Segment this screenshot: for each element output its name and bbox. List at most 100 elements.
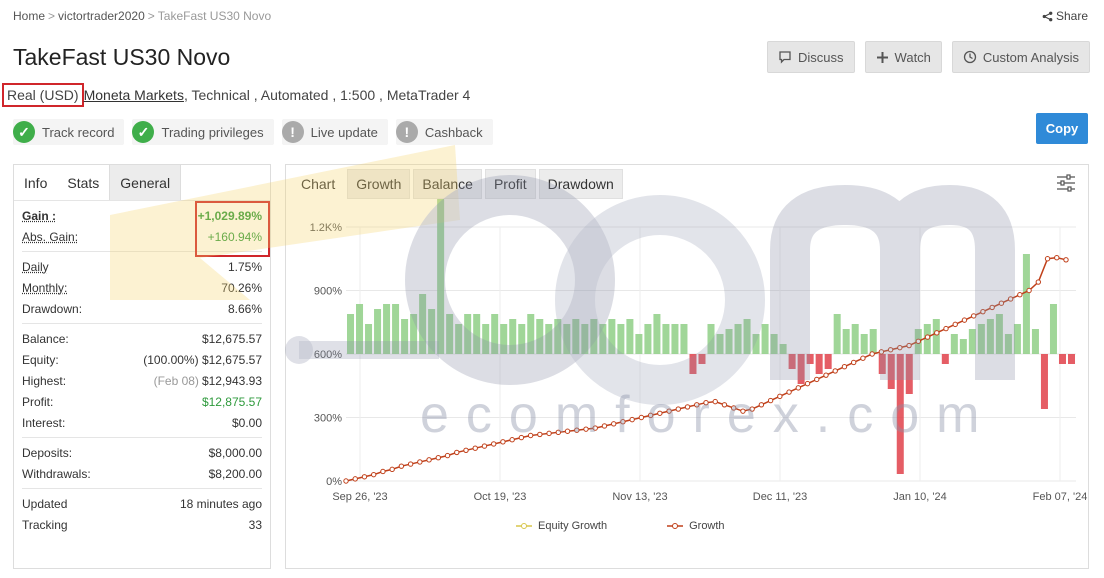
- x-tick-label: Oct 19, '23: [474, 491, 527, 503]
- daily-bar: [860, 334, 868, 354]
- daily-bar: [851, 324, 859, 354]
- watch-button[interactable]: Watch: [864, 41, 942, 73]
- tab-drawdown[interactable]: Drawdown: [538, 169, 623, 199]
- growth-point: [343, 478, 349, 484]
- growth-point: [860, 355, 866, 361]
- abs-gain-label: Abs. Gain:: [22, 229, 79, 244]
- daily-bar: [671, 324, 679, 354]
- daily-bar: [698, 354, 706, 364]
- growth-line: [345, 256, 1067, 482]
- daily-bar: [1013, 324, 1021, 354]
- growth-point: [629, 416, 635, 423]
- x-tick-label: Sep 26, '23: [332, 491, 387, 503]
- growth-point: [537, 431, 543, 438]
- broker-link[interactable]: Moneta Markets: [84, 87, 184, 103]
- tab-stats[interactable]: Stats: [57, 165, 109, 200]
- y-tick-label: 1.2K%: [310, 222, 343, 234]
- daily-bar: [689, 354, 697, 374]
- legend-line-icon: [516, 523, 532, 529]
- discuss-button[interactable]: Discuss: [767, 41, 855, 73]
- growth-point: [620, 419, 626, 425]
- badge-live-update[interactable]: ! Live update: [281, 119, 388, 145]
- growth-point: [924, 334, 931, 340]
- daily-bar: [401, 319, 409, 354]
- daily-bar: [1004, 334, 1012, 354]
- share-button[interactable]: Share: [1042, 9, 1088, 23]
- breadcrumb-home[interactable]: Home: [13, 9, 45, 23]
- growth-point: [647, 412, 654, 419]
- growth-point: [841, 364, 848, 370]
- growth-point: [398, 463, 405, 469]
- daily-bar: [545, 324, 553, 354]
- badge-track-record[interactable]: ✓ Track record: [13, 119, 125, 145]
- check-circle-icon: ✓: [13, 121, 35, 143]
- growth-point: [564, 428, 571, 434]
- drawdown-label: Drawdown:: [22, 301, 83, 316]
- tab-chart[interactable]: Chart: [292, 169, 345, 199]
- badge-label: Cashback: [424, 124, 483, 140]
- daily-value: 1.75%: [227, 259, 262, 274]
- tab-profit[interactable]: Profit: [484, 169, 536, 199]
- highest-label: Highest:: [22, 373, 67, 388]
- daily-bar: [1067, 354, 1075, 364]
- growth-point: [601, 423, 608, 429]
- growth-point: [749, 406, 755, 412]
- growth-point: [887, 347, 894, 353]
- settings-sliders-icon[interactable]: [1056, 174, 1076, 192]
- growth-point: [417, 459, 423, 465]
- growth-point: [814, 376, 820, 383]
- daily-bar: [383, 304, 391, 354]
- growth-point: [500, 439, 506, 445]
- growth-point: [1017, 292, 1023, 298]
- growth-point: [777, 393, 783, 400]
- gain-label: Gain :: [22, 208, 57, 223]
- growth-point: [675, 406, 682, 412]
- daily-bar: [392, 304, 400, 354]
- daily-bar: [779, 344, 787, 354]
- badge-cashback[interactable]: ! Cashback: [395, 119, 493, 145]
- check-circle-icon: ✓: [132, 121, 155, 143]
- daily-bar: [518, 324, 526, 354]
- growth-point: [1044, 256, 1051, 262]
- growth-point: [426, 457, 432, 463]
- deposits-value: $8,000.00: [208, 445, 262, 460]
- growth-point: [684, 404, 691, 410]
- tab-growth[interactable]: Growth: [347, 169, 411, 199]
- profit-label: Profit:: [22, 394, 54, 409]
- legend-growth[interactable]: Growth: [667, 520, 725, 532]
- account-details: , Technical , Automated , 1:500 , MetaTr…: [183, 87, 471, 103]
- daily-bar: [815, 354, 823, 374]
- monthly-label: Monthly:: [22, 280, 68, 295]
- tab-balance[interactable]: Balance: [413, 169, 482, 199]
- growth-point: [481, 443, 488, 449]
- equity-value: $12,675.57: [201, 352, 262, 367]
- daily-bar: [797, 354, 805, 384]
- legend-equity-growth[interactable]: Equity Growth: [516, 520, 607, 532]
- daily-bar: [680, 324, 688, 354]
- growth-point: [786, 389, 792, 395]
- balance-label: Balance:: [22, 331, 69, 346]
- breadcrumb-current: TakeFast US30 Novo: [157, 9, 272, 23]
- growth-point: [454, 449, 460, 456]
- daily-bar: [1049, 304, 1057, 354]
- highest-date: (Feb 08): [153, 373, 199, 388]
- breadcrumb-user[interactable]: victortrader2020: [58, 9, 145, 23]
- daily-bar: [1040, 354, 1048, 409]
- growth-point: [472, 445, 478, 451]
- copy-button[interactable]: Copy: [1036, 113, 1088, 144]
- growth-point: [407, 461, 414, 467]
- balance-value: $12,675.57: [201, 331, 262, 346]
- share-icon: [1042, 11, 1053, 21]
- badge-trading-privileges[interactable]: ✓ Trading privileges: [132, 119, 274, 145]
- tab-info[interactable]: Info: [14, 165, 57, 200]
- growth-point: [721, 402, 728, 408]
- growth-point: [961, 317, 968, 323]
- growth-point: [518, 434, 525, 441]
- custom-analysis-button[interactable]: Custom Analysis: [951, 41, 1090, 73]
- daily-bar: [761, 324, 769, 354]
- tab-general[interactable]: General: [109, 165, 182, 200]
- daily-bar: [932, 319, 940, 354]
- growth-point: [370, 471, 377, 478]
- daily-bar: [608, 319, 616, 354]
- daily-bar: [806, 354, 814, 364]
